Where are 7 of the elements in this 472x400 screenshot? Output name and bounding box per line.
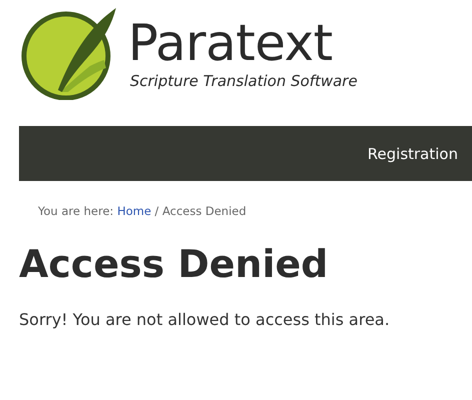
nav-link[interactable]: Registration — [368, 144, 458, 162]
breadcrumb: You are here: Home / Access Denied — [38, 204, 248, 218]
brand-tagline: Scripture Translation Software — [130, 72, 358, 90]
message-text: Sorry! You are not allowed to access this area. — [19, 310, 391, 329]
page-heading: Access Denied — [19, 241, 330, 288]
breadcrumb-link[interactable]: Home — [117, 204, 152, 218]
brand-name: Paratext — [128, 14, 334, 72]
